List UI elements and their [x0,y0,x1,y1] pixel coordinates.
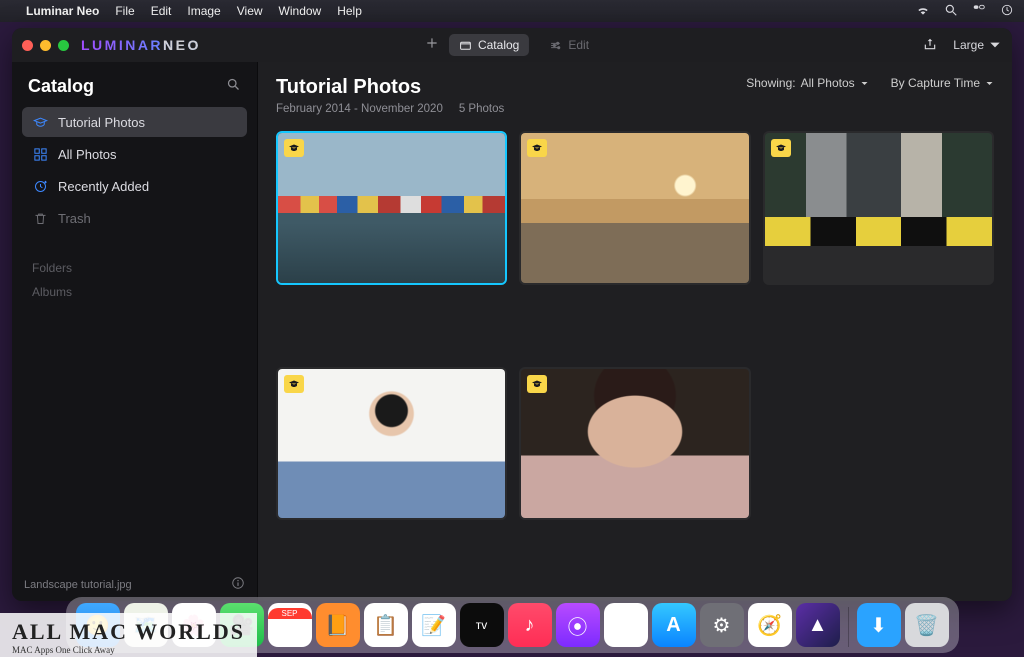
sidebar-item-recently-added[interactable]: Recently Added [22,171,247,201]
dock-luminar-neo[interactable]: ▲ [796,603,840,647]
dock-tv[interactable]: ᴛᴠ [460,603,504,647]
tutorial-badge-icon [284,375,304,393]
thumbnail-size-dropdown[interactable]: Large [953,38,1002,52]
status-filename: Landscape tutorial.jpg [24,579,132,591]
tutorial-badge-icon [284,139,304,157]
thumbnail[interactable] [519,131,750,285]
menubar-item-edit[interactable]: Edit [151,4,172,18]
minimize-button[interactable] [40,40,51,51]
clock-plus-icon [32,178,48,194]
zoom-button[interactable] [58,40,69,51]
clock-icon[interactable] [1000,3,1014,20]
menubar-item-help[interactable]: Help [337,4,362,18]
info-icon[interactable] [231,576,245,593]
sidebar-item-label: Tutorial Photos [58,115,145,130]
window-titlebar: LUMINARNEO Catalog Edit Large [12,28,1012,63]
app-window: LUMINARNEO Catalog Edit Large Cata [12,28,1012,601]
menubar-item-image[interactable]: Image [187,4,220,18]
mode-catalog[interactable]: Catalog [449,34,529,56]
thumbnail-image [521,133,748,283]
dock-music[interactable]: ♪ [508,603,552,647]
watermark: ALL MAC WORLDS MAC Apps One Click Away [0,613,257,657]
thumbnail-image [765,133,992,283]
mode-edit[interactable]: Edit [539,34,599,56]
dock-settings[interactable]: ⚙︎ [700,603,744,647]
sidebar-item-label: All Photos [58,147,117,162]
sort-label: By Capture Time [891,76,980,90]
traffic-lights [22,40,69,51]
filter-showing-prefix: Showing: [746,76,795,90]
menubar-item-file[interactable]: File [115,4,134,18]
thumbnail[interactable] [519,367,750,521]
dock-calendar[interactable]: SEP 13 [268,603,312,647]
dock-appstore[interactable]: A [652,603,696,647]
watermark-subtitle: MAC Apps One Click Away [12,645,245,655]
menubar-appname[interactable]: Luminar Neo [26,4,99,18]
workspace: Tutorial Photos February 2014 - November… [258,62,1012,601]
collection-count: 5 Photos [459,103,504,115]
share-button[interactable] [923,37,937,54]
thumbnail[interactable] [276,131,507,285]
dock-news[interactable]: N [604,603,648,647]
graduation-cap-icon [32,114,48,130]
dock-reminders[interactable]: 📋 [364,603,408,647]
add-button[interactable] [425,36,439,55]
menubar-item-window[interactable]: Window [279,4,322,18]
sidebar-item-trash[interactable]: Trash [22,203,247,233]
thumbnail[interactable] [276,367,507,521]
sidebar: Catalog Tutorial Photos All Photos Recen… [12,62,258,601]
dock-notes[interactable]: 📝 [412,603,456,647]
thumbnail-size-label: Large [953,38,984,52]
control-center-icon[interactable] [972,3,986,20]
calendar-day: 13 [278,619,300,642]
sidebar-section-folders[interactable]: Folders [22,253,247,277]
mode-catalog-label: Catalog [478,38,519,52]
close-button[interactable] [22,40,33,51]
thumbnail-image [278,369,505,519]
search-icon[interactable] [944,3,958,20]
wifi-icon[interactable] [916,3,930,20]
sidebar-item-all-photos[interactable]: All Photos [22,139,247,169]
grid-icon [32,146,48,162]
dock-books[interactable]: 📙 [316,603,360,647]
filter-showing-dropdown[interactable]: Showing: All Photos [746,76,868,90]
sidebar-item-tutorial-photos[interactable]: Tutorial Photos [22,107,247,137]
thumbnail-grid [276,131,994,520]
app-brand: LUMINARNEO [81,37,201,53]
collection-title: Tutorial Photos [276,76,504,99]
dock-safari[interactable]: 🧭 [748,603,792,647]
sidebar-item-label: Trash [58,211,91,226]
tutorial-badge-icon [527,375,547,393]
sidebar-title: Catalog [28,76,94,97]
collection-date-range: February 2014 - November 2020 [276,103,443,115]
thumbnail-image [521,369,748,519]
thumbnail[interactable] [763,131,994,285]
dock-trash[interactable]: 🗑️ [905,603,949,647]
mode-edit-label: Edit [568,38,589,52]
dock-separator [848,607,849,647]
sidebar-search-icon[interactable] [226,77,241,97]
dock-podcasts[interactable]: ⦿ [556,603,600,647]
filter-showing-value: All Photos [801,76,855,90]
tutorial-badge-icon [771,139,791,157]
trash-icon [32,210,48,226]
menubar-item-view[interactable]: View [237,4,263,18]
dock-downloads[interactable]: ⬇︎ [857,603,901,647]
watermark-title: ALL MAC WORLDS [12,619,245,645]
sidebar-item-label: Recently Added [58,179,149,194]
sort-dropdown[interactable]: By Capture Time [891,76,994,90]
sidebar-section-albums[interactable]: Albums [22,277,247,301]
tutorial-badge-icon [527,139,547,157]
thumbnail-image [278,133,505,283]
macos-menubar: Luminar Neo File Edit Image View Window … [0,0,1024,22]
calendar-month: SEP [268,608,312,619]
